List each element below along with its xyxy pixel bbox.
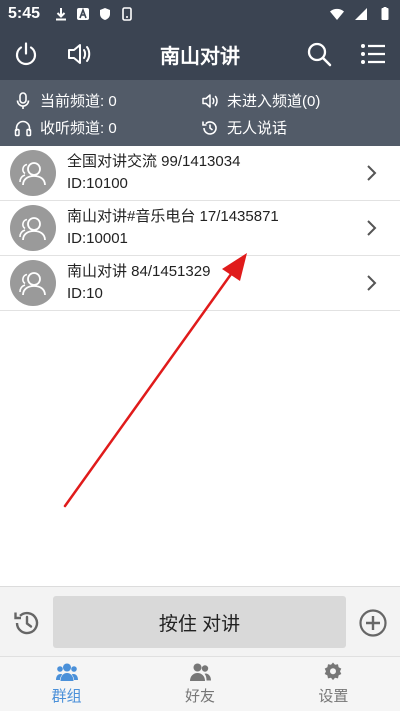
signal-icon xyxy=(355,8,367,20)
channel-id: ID:10 xyxy=(67,285,103,302)
tab-friends-label: 好友 xyxy=(184,688,215,705)
current-channel-label: 当前频道: 0 xyxy=(40,93,117,110)
power-button[interactable] xyxy=(10,38,42,70)
channel-status-info: 未进入频道(0) xyxy=(201,90,320,111)
channel-item[interactable]: 南山对讲 84/1451329 ID:10 xyxy=(0,256,400,311)
power-icon xyxy=(15,42,37,66)
speaker-status-label: 无人说话 xyxy=(227,120,288,137)
plus-circle-icon xyxy=(359,609,387,637)
channel-list: 全国对讲交流 99/1413034 ID:10100 南山对讲#音乐电台 17/… xyxy=(0,146,400,311)
speaker-button[interactable] xyxy=(64,38,96,70)
channel-name: 南山对讲 84/1451329 xyxy=(67,263,211,280)
search-button[interactable] xyxy=(303,38,335,70)
group-avatar xyxy=(10,260,56,306)
speaker-icon xyxy=(68,44,91,64)
headphones-icon xyxy=(14,120,32,136)
wifi-icon xyxy=(330,8,344,20)
bottom-nav: 群组 好友 设置 xyxy=(0,656,400,711)
group-avatar xyxy=(10,150,56,196)
gear-icon xyxy=(325,662,342,681)
tab-settings[interactable]: 设置 xyxy=(267,657,400,711)
push-to-talk-button[interactable]: 按住 对讲 xyxy=(53,596,346,648)
current-channel-info: 当前频道: 0 xyxy=(14,90,117,111)
tab-groups[interactable]: 群组 xyxy=(0,657,133,711)
shield-icon xyxy=(100,8,111,20)
battery-icon xyxy=(381,7,389,20)
status-bar: 5:45 xyxy=(0,0,400,28)
channel-info-bar: 当前频道: 0 收听频道: 0 未进入频道(0) 无人说话 xyxy=(0,80,400,146)
group-users-icon xyxy=(19,162,46,186)
listen-channel-label: 收听频道: 0 xyxy=(40,120,117,137)
history-icon xyxy=(202,120,217,135)
search-icon xyxy=(307,42,332,67)
speaker-status-info: 无人说话 xyxy=(201,117,287,138)
add-button[interactable] xyxy=(357,607,389,639)
status-time: 5:45 xyxy=(8,5,41,22)
volume-icon xyxy=(202,93,218,108)
history-button[interactable] xyxy=(11,607,43,639)
page-title: 南山对讲 xyxy=(160,45,240,68)
menu-button[interactable] xyxy=(357,38,389,70)
group-users-icon xyxy=(19,217,46,241)
channel-item[interactable]: 全国对讲交流 99/1413034 ID:10100 xyxy=(0,146,400,201)
channel-status-label: 未进入频道(0) xyxy=(227,93,321,110)
groups-icon xyxy=(55,663,78,681)
app-a-icon xyxy=(77,7,90,20)
chevron-right-icon xyxy=(367,220,377,236)
app-bar: 南山对讲 xyxy=(0,28,400,80)
app-notification-icon xyxy=(122,7,132,21)
push-to-talk-bar: 按住 对讲 xyxy=(0,586,400,656)
group-avatar xyxy=(10,205,56,251)
download-icon xyxy=(56,8,67,21)
tab-settings-label: 设置 xyxy=(318,688,349,705)
channel-id: ID:10001 xyxy=(67,230,128,247)
tab-groups-label: 群组 xyxy=(51,688,82,705)
channel-id: ID:10100 xyxy=(67,175,128,192)
chevron-right-icon xyxy=(367,165,377,181)
tab-friends[interactable]: 好友 xyxy=(133,657,266,711)
channel-item[interactable]: 南山对讲#音乐电台 17/1435871 ID:10001 xyxy=(0,201,400,256)
list-menu-icon xyxy=(361,44,385,64)
history-icon xyxy=(14,611,39,635)
channel-name: 全国对讲交流 99/1413034 xyxy=(67,153,241,170)
microphone-icon xyxy=(16,91,30,109)
channel-name: 南山对讲#音乐电台 17/1435871 xyxy=(67,208,279,225)
group-users-icon xyxy=(19,272,46,296)
chevron-right-icon xyxy=(367,275,377,291)
listen-channel-info: 收听频道: 0 xyxy=(14,117,117,138)
friends-icon xyxy=(189,663,211,681)
